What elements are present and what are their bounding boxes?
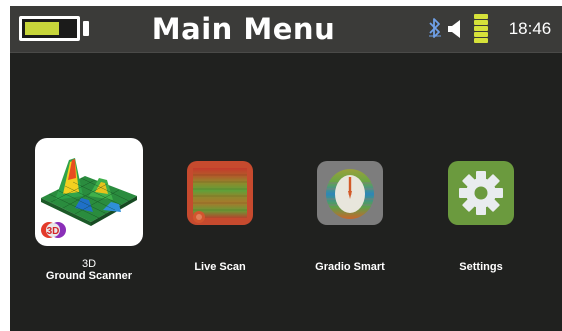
svg-text:3D: 3D: [47, 226, 60, 237]
app-3d-ground-scanner[interactable]: 3D 3D Ground Scanner: [35, 138, 143, 282]
app-label: Settings: [418, 261, 544, 273]
clock-time: 18:46: [508, 19, 552, 38]
page-title: Main Menu: [151, 12, 336, 46]
app-live-scan[interactable]: Live Scan: [187, 161, 253, 273]
bluetooth-icon: [429, 18, 441, 38]
app-label: 3D Ground Scanner: [10, 258, 173, 282]
app-gradio-smart[interactable]: Gradio Smart: [315, 161, 385, 273]
gradio-smart-gauge-icon: [317, 161, 383, 225]
live-scan-gradient-icon: [187, 161, 253, 225]
top-status-bar: Main Menu 18:46: [10, 6, 562, 53]
app-label: Live Scan: [157, 261, 283, 273]
app-label-line1: 3D: [81, 258, 97, 270]
app-label: Gradio Smart: [287, 261, 413, 273]
app-label-line2: Settings: [459, 261, 503, 273]
app-label-line2: Ground Scanner: [45, 270, 133, 282]
signal-bars-icon: [474, 14, 488, 43]
app-label-line2: Live Scan: [194, 261, 246, 273]
app-settings[interactable]: Settings: [448, 161, 514, 273]
main-menu-screen: Main Menu 18:46 3D 3D Ground Scanner Liv…: [10, 6, 562, 331]
app-label-line2: Gradio Smart: [315, 261, 385, 273]
3d-surface-plot-icon: 3D: [35, 138, 143, 246]
gear-icon: [448, 161, 514, 225]
speaker-icon[interactable]: [447, 19, 463, 39]
